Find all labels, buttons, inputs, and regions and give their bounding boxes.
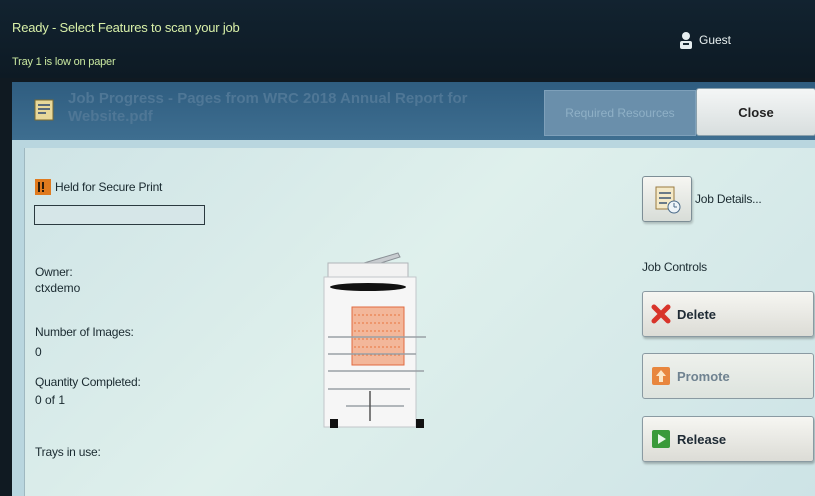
owner-value: ctxdemo xyxy=(35,281,81,295)
user-name: Guest xyxy=(699,33,732,47)
user-login-button[interactable]: Guest xyxy=(679,31,731,49)
user-icon xyxy=(680,32,692,49)
window-title-bar: Job Progress - Pages from WRC 2018 Annua… xyxy=(12,82,815,140)
window-title: Job Progress - Pages from WRC 2018 Annua… xyxy=(68,90,468,125)
quantity-value: 0 of 1 xyxy=(35,393,66,407)
tray-warning: Tray 1 is low on paper xyxy=(12,56,116,68)
owner-label: Owner: xyxy=(35,265,73,279)
held-status-icon xyxy=(35,179,51,195)
trays-label: Trays in use: xyxy=(35,445,101,459)
close-button[interactable]: Close xyxy=(696,88,815,136)
required-resources-tab[interactable]: Required Resources xyxy=(544,90,696,136)
images-label: Number of Images: xyxy=(35,325,134,339)
delete-label: Delete xyxy=(677,306,717,322)
status-message: Ready - Select Features to scan your job xyxy=(12,20,240,35)
job-details-label[interactable]: Job Details... xyxy=(695,192,762,206)
release-play-icon xyxy=(652,430,670,448)
printer-illustration xyxy=(323,252,426,428)
job-details-panel: Held for Secure Print Owner: ctxdemo Num… xyxy=(24,148,815,496)
job-status-text: Held for Secure Print xyxy=(55,180,163,194)
delete-button[interactable]: Delete xyxy=(642,291,814,337)
promote-label: Promote xyxy=(677,368,730,384)
images-value: 0 xyxy=(35,345,42,359)
job-details-button[interactable] xyxy=(642,176,692,222)
promote-button[interactable]: Promote xyxy=(642,353,814,399)
status-progress-field xyxy=(34,205,205,225)
delete-x-icon xyxy=(651,304,671,324)
quantity-label: Quantity Completed: xyxy=(35,375,141,389)
release-label: Release xyxy=(677,431,727,447)
job-details-icon xyxy=(655,186,681,214)
job-controls-heading: Job Controls xyxy=(642,260,707,274)
job-document-icon xyxy=(34,99,54,121)
status-bar: Ready - Select Features to scan your job… xyxy=(0,0,815,78)
promote-icon xyxy=(652,367,670,385)
device-screen: Ready - Select Features to scan your job… xyxy=(0,0,815,496)
release-button[interactable]: Release xyxy=(642,416,814,462)
job-progress-window: Job Progress - Pages from WRC 2018 Annua… xyxy=(12,82,815,496)
